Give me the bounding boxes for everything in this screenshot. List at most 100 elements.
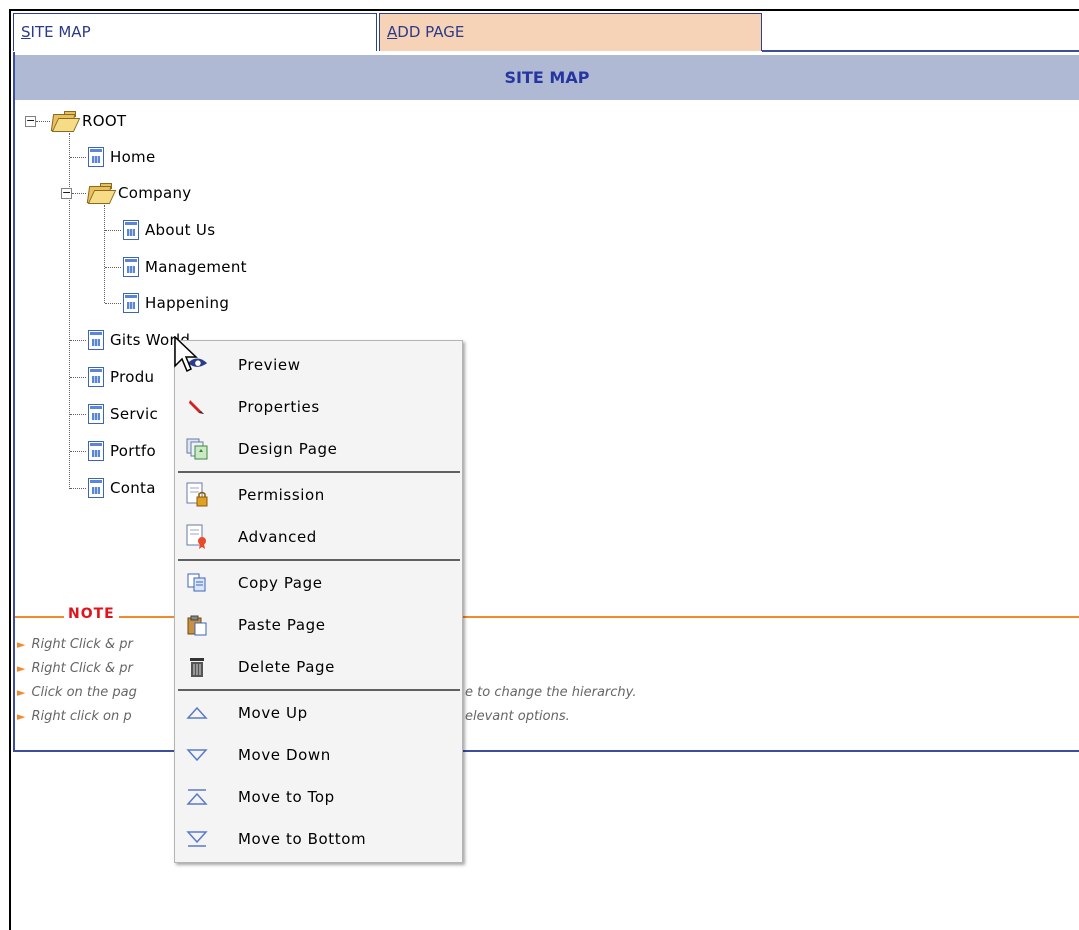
page-icon: [86, 146, 106, 169]
bullet-arrow-icon: ►: [17, 662, 26, 675]
note-title: NOTE: [64, 606, 119, 622]
tree-line: [70, 488, 86, 489]
note-item-tail: e to change the hierarchy.: [465, 685, 637, 700]
folder-icon: [86, 183, 117, 204]
tree-node-label: ROOT: [82, 112, 127, 130]
note-item-tail: elevant options.: [465, 709, 570, 724]
menu-item-label: Permission: [238, 486, 325, 504]
tree-line: [105, 267, 121, 268]
tree-node-label: Conta: [110, 479, 156, 497]
menu-item-label: Preview: [238, 356, 301, 374]
tab-add-page[interactable]: ADD PAGE: [379, 13, 762, 51]
tree-node-label: Home: [110, 148, 156, 166]
tree-node-portfolio[interactable]: Portfo: [86, 440, 156, 462]
tree-line: [36, 121, 50, 122]
tree-node-label: Servic: [110, 405, 159, 423]
bullet-arrow-icon: ►: [17, 638, 26, 651]
note-item: ► Right click on p: [17, 709, 132, 724]
page-icon: [121, 256, 141, 279]
menu-separator: [178, 559, 460, 561]
tab-site-map[interactable]: SITE MAP: [13, 13, 377, 51]
note-item-text: Right click on p: [31, 709, 132, 724]
menu-item-move-to-top[interactable]: Move to Top: [175, 777, 462, 817]
note-item: ► Right Click & pr: [17, 637, 133, 652]
tree-node-label: About Us: [145, 221, 216, 239]
tree-node-company[interactable]: Company: [86, 182, 191, 204]
trash-icon: [185, 655, 209, 679]
tree-node-management[interactable]: Management: [121, 256, 247, 278]
menu-item-label: Paste Page: [238, 616, 326, 634]
certificate-page-icon: [185, 524, 209, 549]
tree-node-products[interactable]: Produ: [86, 366, 154, 388]
page-icon: [121, 219, 141, 242]
tab-site-map-accel: S: [21, 23, 31, 41]
menu-item-paste-page[interactable]: Paste Page: [175, 605, 462, 645]
menu-item-label: Move to Bottom: [238, 830, 367, 848]
menu-separator: [178, 471, 460, 473]
bullet-arrow-icon: ►: [17, 710, 26, 723]
tree-node-home[interactable]: Home: [86, 146, 156, 168]
note-item-text: Click on the pag: [31, 685, 137, 700]
mouse-pointer-icon: [174, 336, 198, 373]
tree-line: [70, 340, 86, 341]
panel-title: SITE MAP: [15, 55, 1079, 100]
menu-item-properties[interactable]: Properties: [175, 387, 462, 427]
tree-line: [70, 157, 86, 158]
menu-item-move-to-bottom[interactable]: Move to Bottom: [175, 819, 462, 859]
menu-item-permission[interactable]: Permission: [175, 475, 462, 515]
tree-line: [105, 303, 121, 304]
note-item-text: Right Click & pr: [31, 637, 133, 652]
pencil-icon: [185, 395, 209, 419]
menu-item-delete-page[interactable]: Delete Page: [175, 647, 462, 687]
menu-item-label: Design Page: [238, 440, 338, 458]
lock-page-icon: [185, 482, 209, 507]
menu-item-label: Move Down: [238, 746, 331, 764]
tree-line: [105, 230, 121, 231]
tree-line: [104, 205, 105, 303]
tree-node-services[interactable]: Servic: [86, 403, 158, 425]
collapse-root-icon[interactable]: −: [25, 115, 36, 127]
tree-node-root[interactable]: ROOT: [50, 110, 126, 132]
page-icon: [86, 403, 106, 426]
menu-item-move-up[interactable]: Move Up: [175, 693, 462, 733]
note-item: ► Right Click & pr: [17, 661, 133, 676]
paste-icon: [185, 613, 209, 637]
tree-node-label: Company: [118, 184, 192, 202]
note-item: ► Click on the pag: [17, 685, 137, 700]
note-item-text: Right Click & pr: [31, 661, 133, 676]
tree-node-happening[interactable]: Happening: [121, 292, 229, 314]
menu-item-advanced[interactable]: Advanced: [175, 517, 462, 557]
menu-item-label: Move to Top: [238, 788, 335, 806]
tree-line: [72, 193, 86, 194]
tree-node-label: Produ: [110, 368, 155, 386]
bullet-arrow-icon: ►: [17, 686, 26, 699]
tab-add-page-accel: A: [387, 23, 398, 41]
tab-add-page-label: DD PAGE: [397, 23, 465, 41]
page-icon: [121, 292, 141, 315]
move-bottom-icon: [185, 827, 209, 851]
tree-node-contact[interactable]: Conta: [86, 477, 156, 499]
triangle-down-icon: [185, 743, 209, 767]
menu-item-label: Copy Page: [238, 574, 323, 592]
collapse-company-icon[interactable]: −: [61, 187, 72, 199]
copy-icon: [185, 571, 209, 595]
page-icon: [86, 366, 106, 389]
site-map-panel: [13, 52, 1079, 752]
tree-node-about-us[interactable]: About Us: [121, 219, 215, 241]
menu-item-label: Advanced: [238, 528, 317, 546]
tree-node-label: Management: [145, 258, 247, 276]
menu-separator: [178, 689, 460, 691]
menu-item-design-page[interactable]: Design Page: [175, 429, 462, 469]
menu-item-preview[interactable]: Preview: [175, 345, 462, 385]
page-icon: [86, 477, 106, 500]
tree-line: [70, 451, 86, 452]
menu-item-copy-page[interactable]: Copy Page: [175, 563, 462, 603]
page-icon: [86, 440, 106, 463]
menu-item-move-down[interactable]: Move Down: [175, 735, 462, 775]
menu-item-label: Delete Page: [238, 658, 335, 676]
tree-line: [70, 414, 86, 415]
triangle-up-icon: [185, 701, 209, 725]
tree-line: [70, 377, 86, 378]
context-menu: Preview Properties Design Page Permissio…: [174, 340, 463, 863]
page-icon: [86, 329, 106, 352]
